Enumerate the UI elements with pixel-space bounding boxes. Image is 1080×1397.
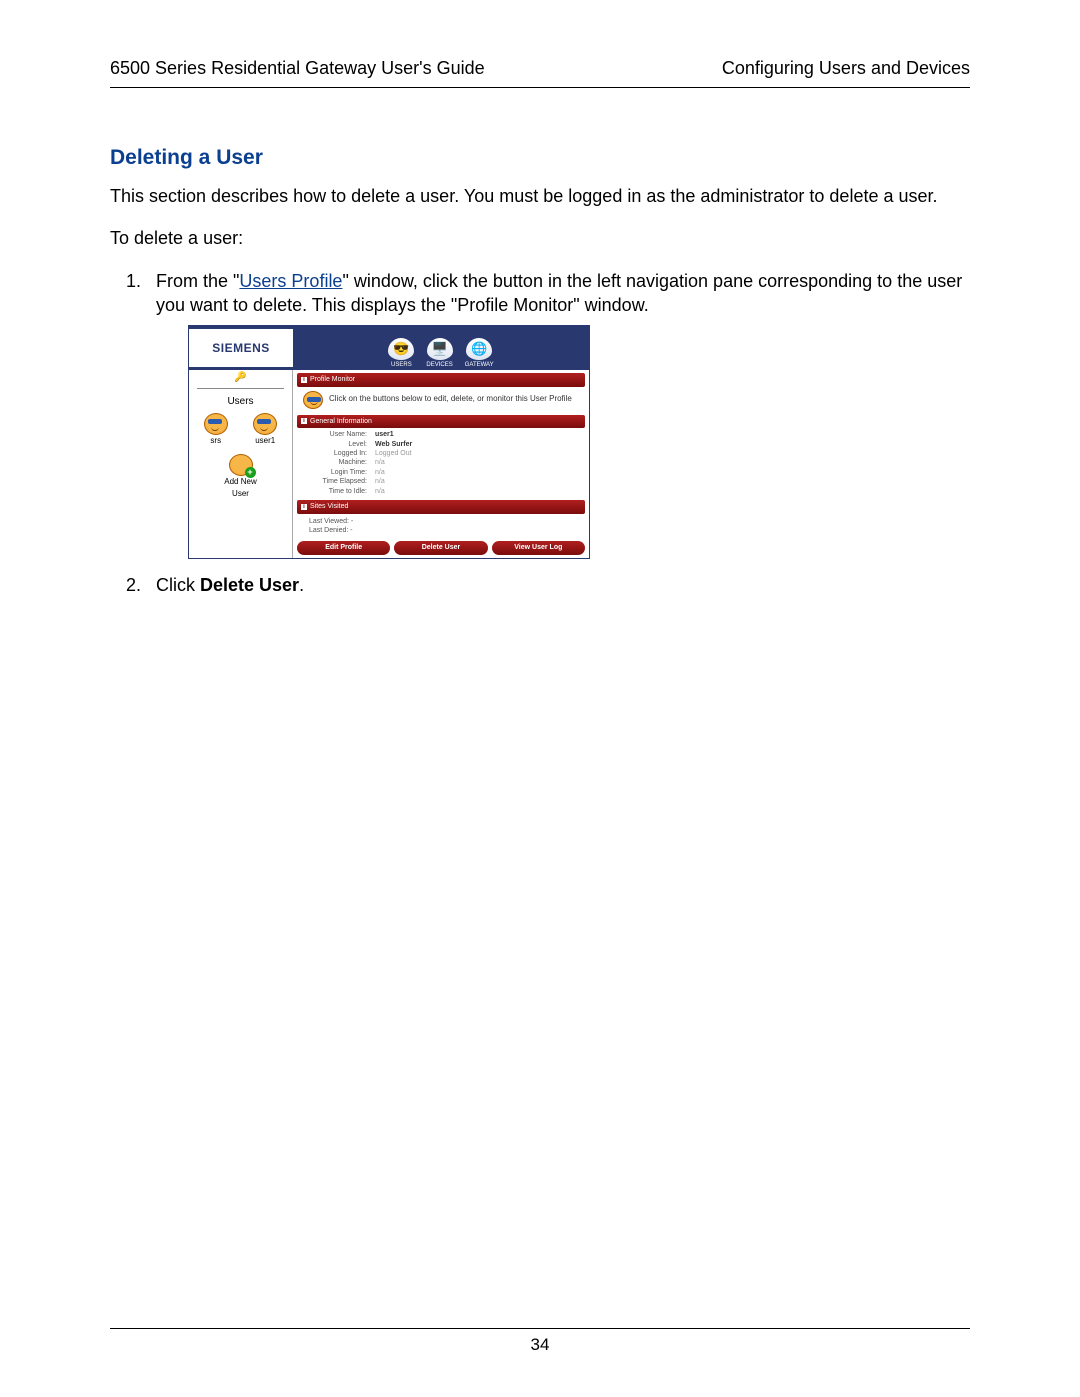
main-content-pane: i Profile Monitor Click on the buttons b… — [293, 370, 589, 558]
edit-profile-button[interactable]: Edit Profile — [297, 541, 390, 554]
tab-devices-label: DEVICES — [426, 361, 452, 369]
info-label: Logged In: — [315, 449, 367, 458]
info-label: Machine: — [315, 458, 367, 467]
sidebar-user-user1[interactable]: user1 — [253, 413, 277, 447]
tab-devices[interactable]: 🖥️ DEVICES — [426, 338, 452, 369]
info-label: Login Time: — [315, 468, 367, 477]
sites-visited-info: Last Viewed: - Last Denied: - — [297, 514, 585, 540]
sidebar-add-new-user[interactable]: Add New User — [191, 450, 290, 500]
left-nav-pane: 🔑 Users srs user1 — [189, 370, 293, 558]
info-value: Web Surfer — [375, 440, 412, 449]
info-label: Level: — [315, 440, 367, 449]
tab-gateway-label: GATEWAY — [465, 361, 494, 369]
sites-visited-bar: i Sites Visited — [297, 500, 585, 513]
page-number: 34 — [531, 1335, 550, 1354]
general-information-bar: i General Information — [297, 415, 585, 428]
step-2-post: . — [299, 575, 304, 595]
info-value: Logged Out — [375, 449, 412, 458]
profile-monitor-label: Profile Monitor — [310, 375, 355, 384]
info-value: user1 — [375, 430, 394, 439]
page-footer: 34 — [110, 1328, 970, 1355]
lead-in-text: To delete a user: — [110, 226, 970, 250]
users-tab-icon: 😎 — [388, 338, 414, 360]
profile-face-icon — [303, 391, 323, 409]
step-2: Click Delete User. — [146, 573, 970, 597]
profile-monitor-bar: i Profile Monitor — [297, 373, 585, 386]
info-label: Time to Idle: — [315, 487, 367, 496]
tab-gateway[interactable]: 🌐 GATEWAY — [465, 338, 494, 369]
header-left: 6500 Series Residential Gateway User's G… — [110, 58, 485, 79]
info-label: User Name: — [315, 430, 367, 439]
intro-paragraph: This section describes how to delete a u… — [110, 184, 970, 208]
delete-user-button[interactable]: Delete User — [394, 541, 487, 554]
last-denied-text: Last Denied: - — [309, 526, 585, 535]
step-1-pre: From the " — [156, 271, 239, 291]
sites-visited-label: Sites Visited — [310, 502, 348, 511]
general-info-table: User Name: user1 Level: Web Surfer Logged … — [297, 428, 585, 500]
header-right: Configuring Users and Devices — [722, 58, 970, 79]
info-value: n/a — [375, 468, 385, 477]
last-viewed-text: Last Viewed: - — [309, 517, 585, 526]
user-avatar-icon — [253, 413, 277, 435]
instruction-list: From the "Users Profile" window, click t… — [110, 269, 970, 598]
step-2-pre: Click — [156, 575, 200, 595]
gateway-tab-icon: 🌐 — [466, 338, 492, 360]
section-heading: Deleting a User — [110, 146, 970, 170]
tab-users[interactable]: 😎 USERS — [388, 338, 414, 369]
users-profile-link[interactable]: Users Profile — [239, 271, 342, 291]
general-information-label: General Information — [310, 417, 372, 426]
app-topbar: SIEMENS 😎 USERS 🖥️ DEVICES 🌐 GATEWAY — [189, 326, 589, 370]
sidebar-add-new-label: Add New — [224, 477, 256, 488]
sidebar-add-user-label: User — [232, 489, 249, 500]
profile-monitor-screenshot: SIEMENS 😎 USERS 🖥️ DEVICES 🌐 GATEWAY — [188, 325, 590, 559]
sidebar-user-user1-label: user1 — [255, 436, 275, 447]
sidebar-user-srs-label: srs — [210, 436, 221, 447]
devices-tab-icon: 🖥️ — [427, 338, 453, 360]
siemens-logo: SIEMENS — [189, 329, 293, 367]
profile-description-text: Click on the buttons below to edit, dele… — [329, 394, 572, 405]
info-label: Time Elapsed: — [315, 477, 367, 486]
info-value: n/a — [375, 487, 385, 496]
sidebar-user-srs[interactable]: srs — [204, 413, 228, 447]
step-1: From the "Users Profile" window, click t… — [146, 269, 970, 559]
tab-users-label: USERS — [391, 361, 412, 369]
page-header: 6500 Series Residential Gateway User's G… — [110, 58, 970, 88]
sidebar-users-heading: Users — [191, 395, 290, 409]
info-value: n/a — [375, 458, 385, 467]
view-user-log-button[interactable]: View User Log — [492, 541, 585, 554]
add-user-icon — [229, 454, 253, 476]
user-avatar-icon — [204, 413, 228, 435]
info-value: n/a — [375, 477, 385, 486]
step-2-bold: Delete User — [200, 575, 299, 595]
key-icon: 🔑 — [191, 374, 290, 382]
